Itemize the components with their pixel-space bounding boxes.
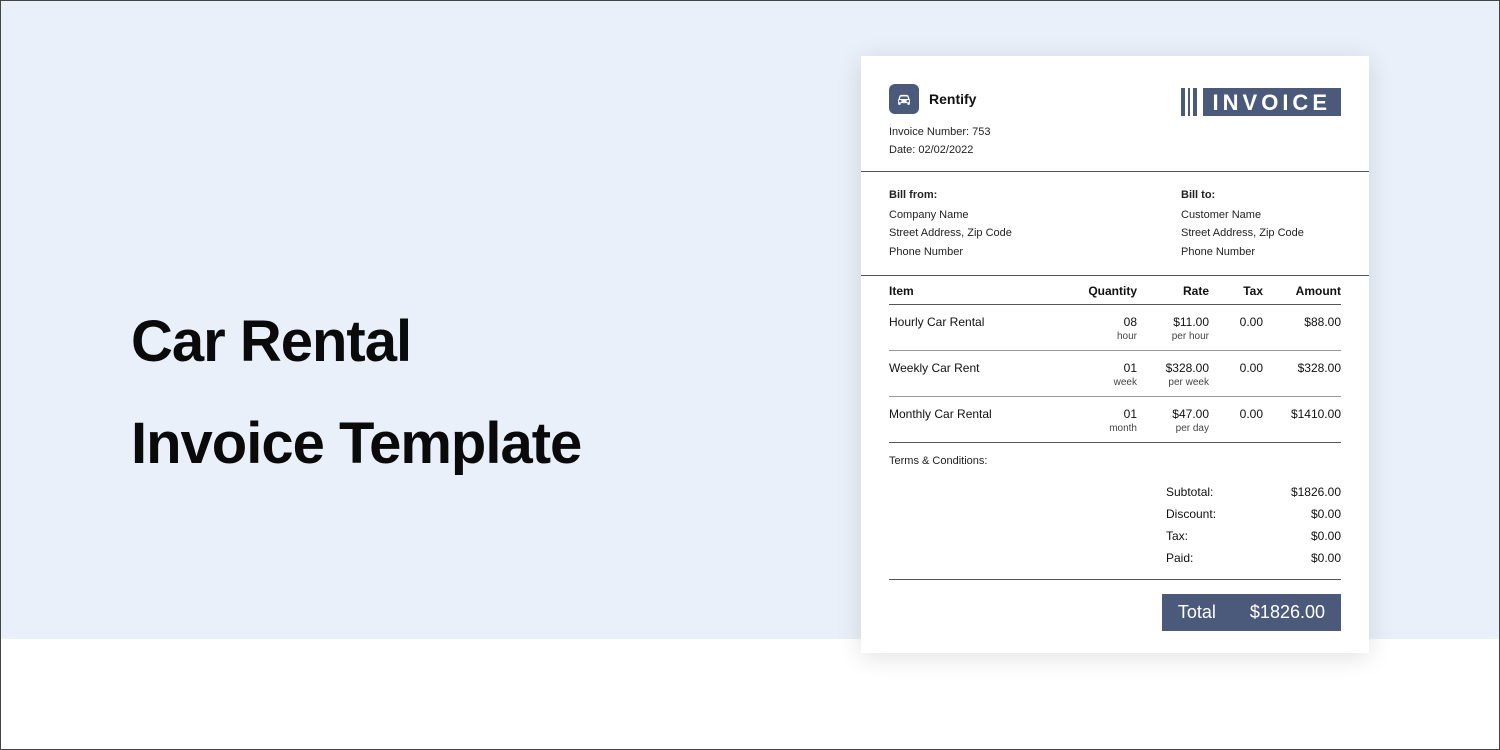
totals-block: Subtotal:$1826.00 Discount:$0.00 Tax:$0.… — [861, 475, 1369, 580]
cell-tax: 0.00 — [1209, 315, 1263, 329]
paid-label: Paid: — [1166, 551, 1256, 565]
invoice-header: Rentify Invoice Number: 753 Date: 02/02/… — [861, 84, 1369, 171]
bill-from-label: Bill from: — [889, 186, 1151, 204]
table-row: Hourly Car Rental 08hour $11.00per hour … — [889, 305, 1341, 351]
bill-section: Bill from: Company Name Street Address, … — [861, 172, 1369, 275]
cell-qty-unit: hour — [1062, 331, 1137, 342]
cell-qty-unit: month — [1062, 423, 1137, 434]
cell-rate: $11.00 — [1137, 315, 1209, 329]
terms-label: Terms & Conditions: — [861, 443, 1369, 475]
invoice-badge-text: INVOICE — [1203, 88, 1341, 116]
bill-to-name: Customer Name — [1181, 206, 1341, 224]
grand-total-box: Total $1826.00 — [1162, 594, 1341, 631]
bill-from-address: Street Address, Zip Code — [889, 224, 1151, 242]
cell-item: Monthly Car Rental — [889, 407, 1062, 421]
subtotal-label: Subtotal: — [1166, 485, 1256, 499]
invoice-number: 753 — [972, 126, 990, 138]
badge-stripes-icon — [1178, 88, 1197, 116]
cell-tax: 0.00 — [1209, 361, 1263, 375]
cell-item: Hourly Car Rental — [889, 315, 1062, 329]
grand-total-value: $1826.00 — [1250, 602, 1325, 623]
line-items-table: Item Quantity Rate Tax Amount Hourly Car… — [861, 276, 1369, 442]
discount-label: Discount: — [1166, 507, 1256, 521]
th-item: Item — [889, 284, 1062, 298]
page-container: Car Rental Invoice Template Rentify Invo… — [0, 0, 1500, 750]
tax-value: $0.00 — [1256, 529, 1341, 543]
bill-to: Bill to: Customer Name Street Address, Z… — [1181, 186, 1341, 261]
bill-to-phone: Phone Number — [1181, 243, 1341, 261]
brand-block: Rentify Invoice Number: 753 Date: 02/02/… — [889, 84, 991, 159]
cell-tax: 0.00 — [1209, 407, 1263, 421]
subtotal-value: $1826.00 — [1256, 485, 1341, 499]
bill-from-phone: Phone Number — [889, 243, 1151, 261]
title-line-2: Invoice Template — [131, 411, 581, 476]
bill-from: Bill from: Company Name Street Address, … — [889, 186, 1151, 261]
paid-value: $0.00 — [1256, 551, 1341, 565]
cell-qty: 01 — [1062, 361, 1137, 375]
th-quantity: Quantity — [1062, 284, 1137, 298]
title-line-1: Car Rental — [131, 309, 411, 374]
cell-rate: $328.00 — [1137, 361, 1209, 375]
cell-rate-unit: per week — [1137, 377, 1209, 388]
th-tax: Tax — [1209, 284, 1263, 298]
invoice-date-label: Date: — [889, 144, 915, 156]
invoice-number-label: Invoice Number: — [889, 126, 969, 138]
page-title: Car Rental Invoice Template — [131, 291, 581, 494]
cell-rate-unit: per hour — [1137, 331, 1209, 342]
invoice-date: 02/02/2022 — [918, 144, 973, 156]
cell-amount: $328.00 — [1263, 361, 1341, 375]
brand-name: Rentify — [929, 91, 976, 107]
tax-label: Tax: — [1166, 529, 1256, 543]
cell-qty: 08 — [1062, 315, 1137, 329]
table-header: Item Quantity Rate Tax Amount — [889, 276, 1341, 305]
invoice-card: Rentify Invoice Number: 753 Date: 02/02/… — [861, 56, 1369, 653]
grand-total-row: Total $1826.00 — [861, 580, 1369, 631]
cell-item: Weekly Car Rent — [889, 361, 1062, 375]
cell-rate-unit: per day — [1137, 423, 1209, 434]
cell-rate: $47.00 — [1137, 407, 1209, 421]
invoice-meta: Invoice Number: 753 Date: 02/02/2022 — [889, 124, 991, 159]
th-amount: Amount — [1263, 284, 1341, 298]
cell-qty: 01 — [1062, 407, 1137, 421]
invoice-badge: INVOICE — [1178, 88, 1341, 116]
discount-value: $0.00 — [1256, 507, 1341, 521]
th-rate: Rate — [1137, 284, 1209, 298]
bill-to-address: Street Address, Zip Code — [1181, 224, 1341, 242]
table-row: Weekly Car Rent 01 week $328.00 per week 0… — [889, 351, 1341, 397]
cell-amount: $88.00 — [1263, 315, 1341, 329]
grand-total-label: Total — [1178, 602, 1216, 623]
cell-amount: $1410.00 — [1263, 407, 1341, 421]
car-icon — [889, 84, 919, 114]
cell-qty-unit: week — [1062, 377, 1137, 388]
table-row: Monthly Car Rental 01 month $47.00 per day… — [889, 397, 1341, 442]
bill-to-label: Bill to: — [1181, 186, 1341, 204]
bill-from-name: Company Name — [889, 206, 1151, 224]
